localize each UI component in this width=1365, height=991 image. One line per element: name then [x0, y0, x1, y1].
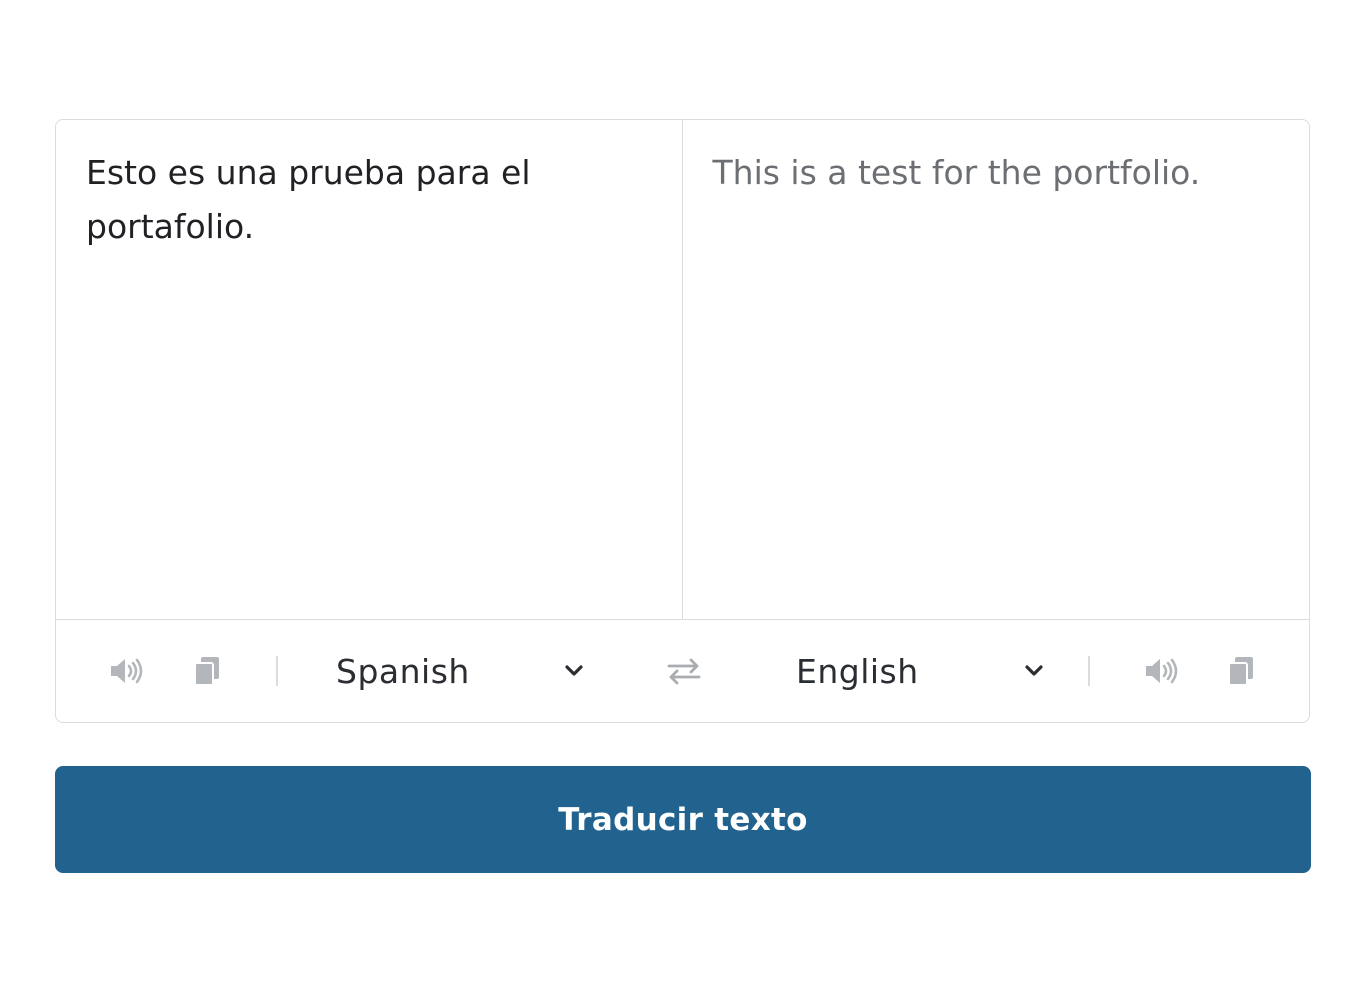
chevron-down-icon [562, 659, 586, 683]
source-speaker-icon[interactable] [104, 649, 148, 693]
source-copy-icon[interactable] [185, 649, 229, 693]
target-speaker-icon[interactable] [1139, 649, 1183, 693]
source-text: Esto es una prueba para el portafolio. [86, 153, 531, 246]
source-divider [276, 656, 278, 686]
chevron-down-icon [1022, 659, 1046, 683]
page: Esto es una prueba para el portafolio. T… [0, 0, 1365, 991]
target-language-label: English [796, 651, 919, 691]
translator-wrapper: Esto es una prueba para el portafolio. T… [55, 119, 1310, 723]
source-language-label: Spanish [336, 651, 470, 691]
controls-bar: Spanish English [56, 620, 1309, 722]
target-divider [1088, 656, 1090, 686]
target-text: This is a test for the portfolio. [712, 153, 1201, 192]
target-copy-icon[interactable] [1219, 649, 1263, 693]
translate-button-label: Traducir texto [558, 801, 808, 838]
text-area: Esto es una prueba para el portafolio. T… [56, 120, 1309, 620]
target-textarea[interactable]: This is a test for the portfolio. [683, 120, 1310, 619]
source-language-select[interactable]: Spanish [336, 642, 586, 700]
translate-button[interactable]: Traducir texto [55, 766, 1311, 873]
swap-languages-icon[interactable] [662, 649, 706, 693]
target-language-select[interactable]: English [796, 642, 1046, 700]
source-textarea[interactable]: Esto es una prueba para el portafolio. [56, 120, 683, 619]
